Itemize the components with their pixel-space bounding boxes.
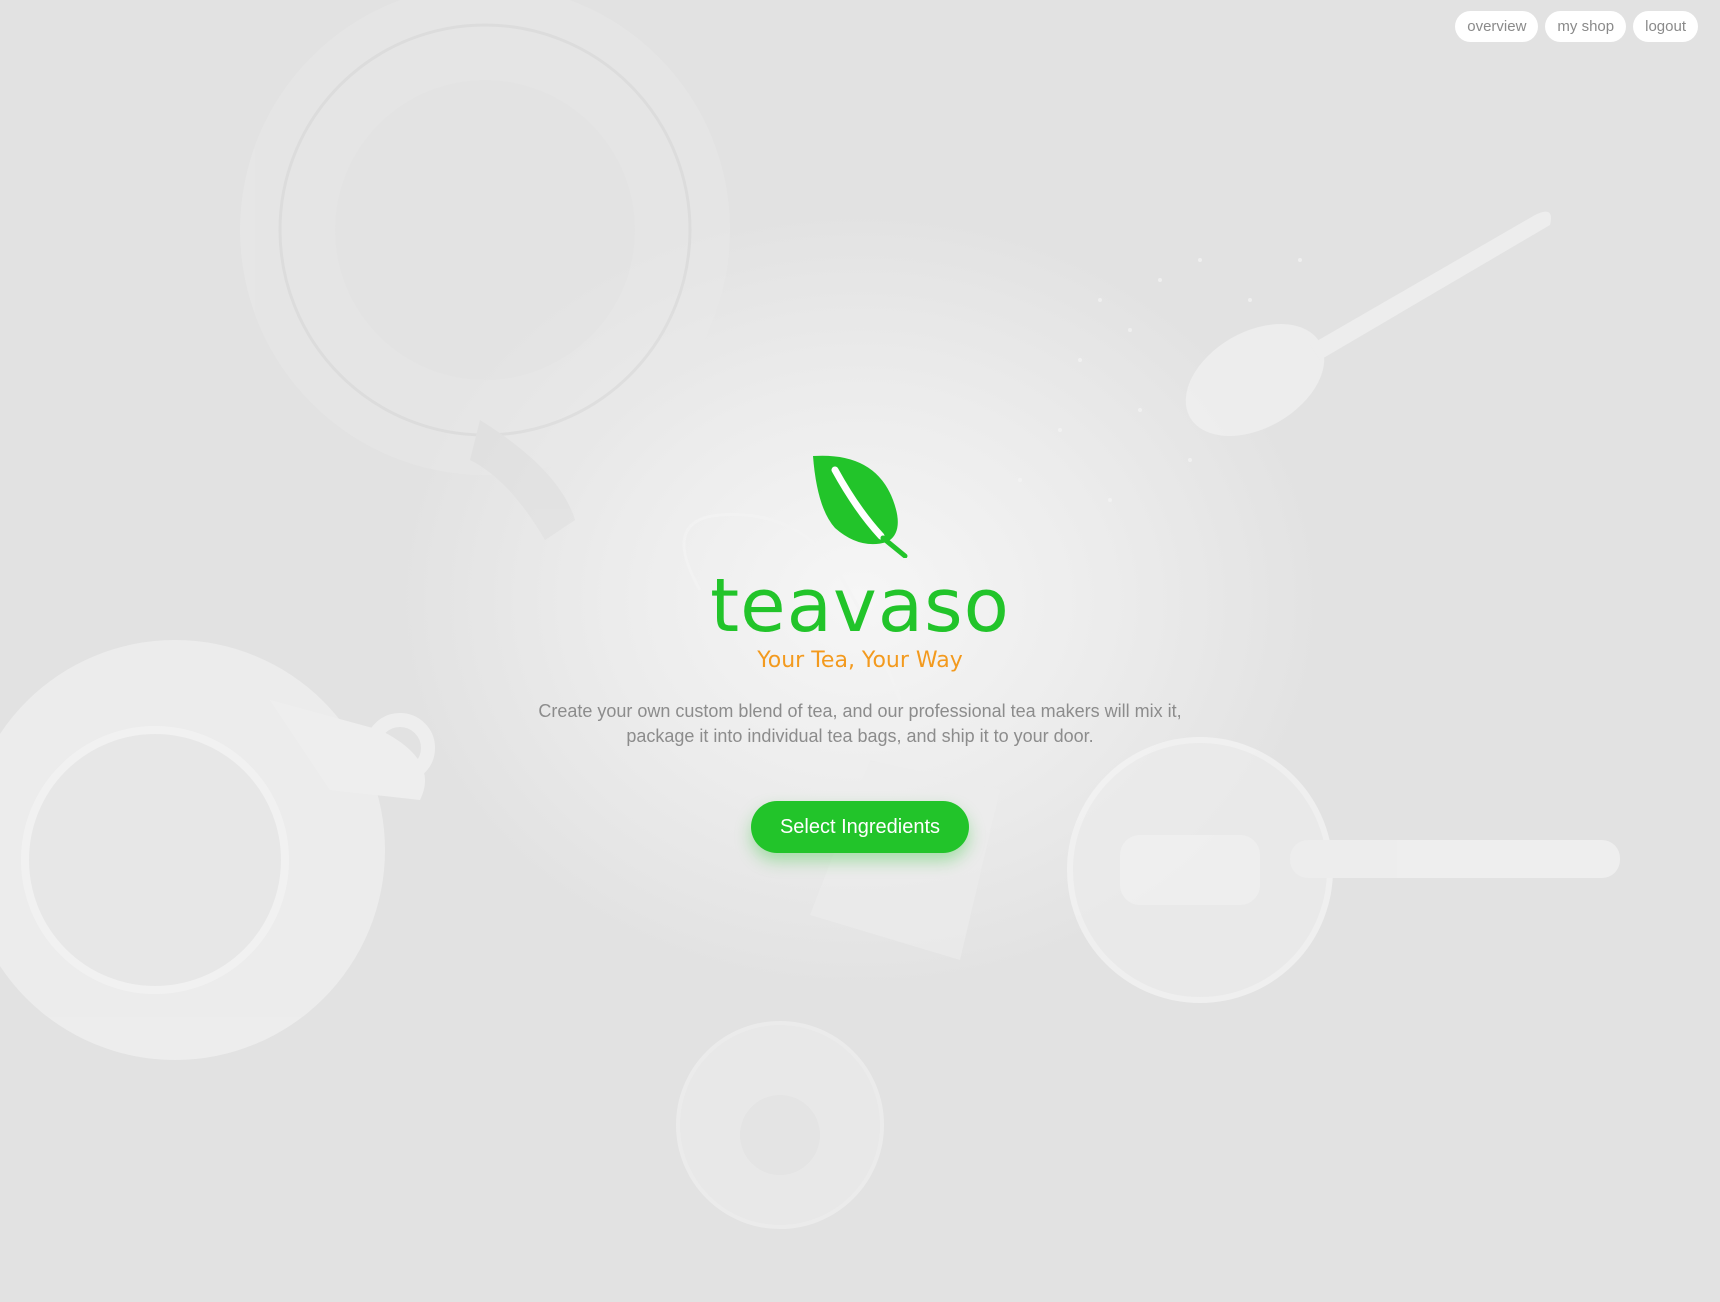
select-ingredients-button[interactable]: Select Ingredients (750, 801, 970, 853)
description: Create your own custom blend of tea, and… (510, 699, 1210, 749)
hero-section: teavaso Your Tea, Your Way Create your o… (0, 450, 1720, 853)
description-line: Create your own custom blend of tea, and… (538, 701, 1182, 721)
top-nav: overview my shop logout (1455, 11, 1698, 42)
nav-my-shop-button[interactable]: my shop (1545, 11, 1627, 42)
nav-logout-button[interactable]: logout (1633, 11, 1698, 42)
tagline: Your Tea, Your Way (757, 648, 963, 673)
leaf-icon (813, 455, 908, 558)
description-line: package it into individual tea bags, and… (626, 726, 1094, 746)
nav-overview-button[interactable]: overview (1455, 11, 1539, 42)
bowl-decor (676, 1021, 884, 1229)
brand-wordmark: teavaso (710, 563, 1010, 649)
